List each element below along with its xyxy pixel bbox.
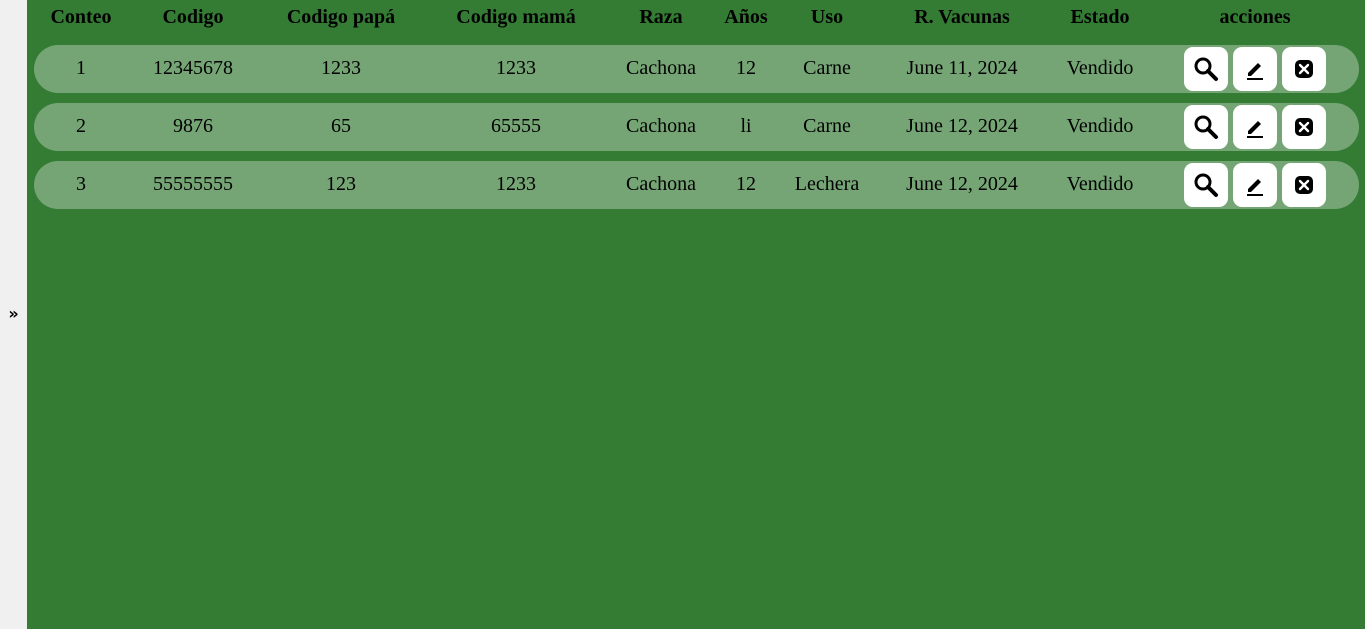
table-row: 3 55555555 123 1233 Cachona 12 Lechera J…: [34, 161, 1359, 209]
cell-vacunas: June 12, 2024: [906, 115, 1018, 137]
main-content: Conteo Codigo Codigo papá Codigo mamá Ra…: [27, 0, 1365, 629]
cell-vacunas: June 11, 2024: [906, 57, 1018, 79]
cell-codigo-papa: 65: [331, 115, 351, 137]
cell-codigo: 9876: [173, 115, 213, 137]
table-row: 1 12345678 1233 1233 Cachona 12 Carne Ju…: [34, 45, 1359, 93]
edit-icon: [1247, 179, 1263, 196]
header-raza: Raza: [639, 6, 683, 28]
cell-anos: li: [740, 115, 752, 137]
cell-codigo: 55555555: [153, 173, 233, 195]
delete-button[interactable]: [1282, 105, 1326, 149]
cell-anos: 12: [736, 57, 756, 79]
edit-icon: [1247, 63, 1263, 80]
edit-button[interactable]: [1233, 47, 1277, 91]
search-icon: [1194, 57, 1218, 81]
header-conteo: Conteo: [50, 6, 112, 28]
cell-codigo-mama: 1233: [496, 173, 536, 195]
header-uso: Uso: [810, 6, 844, 28]
header-codigo-papa: Codigo papá: [286, 6, 396, 28]
view-button[interactable]: [1184, 47, 1228, 91]
table-header: Conteo Codigo Codigo papá Codigo mamá Ra…: [27, 0, 1365, 40]
header-codigo: Codigo: [162, 6, 224, 28]
sidebar-expand-icon[interactable]: »: [0, 300, 27, 326]
view-button[interactable]: [1184, 105, 1228, 149]
delete-icon: [1295, 176, 1313, 194]
cell-estado: Vendido: [1066, 173, 1134, 195]
header-anos: Años: [724, 6, 768, 28]
cell-codigo-mama: 65555: [491, 115, 541, 137]
cell-conteo: 1: [76, 57, 86, 79]
cell-conteo: 3: [76, 173, 86, 195]
cell-uso: Lechera: [794, 173, 860, 195]
cell-estado: Vendido: [1066, 57, 1134, 79]
header-estado: Estado: [1070, 6, 1130, 28]
edit-icon: [1247, 121, 1263, 138]
search-icon: [1194, 115, 1218, 139]
cell-codigo-papa: 123: [326, 173, 356, 195]
cell-uso: Carne: [803, 57, 851, 79]
cell-codigo-papa: 1233: [321, 57, 361, 79]
header-vacunas: R. Vacunas: [914, 6, 1010, 28]
delete-icon: [1295, 60, 1313, 78]
delete-button[interactable]: [1282, 47, 1326, 91]
edit-button[interactable]: [1233, 163, 1277, 207]
cell-raza: Cachona: [626, 173, 696, 195]
cell-raza: Cachona: [626, 115, 696, 137]
delete-button[interactable]: [1282, 163, 1326, 207]
cell-codigo: 12345678: [153, 57, 233, 79]
table-row: 2 9876 65 65555 Cachona li Carne June 12…: [34, 103, 1359, 151]
cell-anos: 12: [736, 173, 756, 195]
cell-vacunas: June 12, 2024: [906, 173, 1018, 195]
search-icon: [1194, 173, 1218, 197]
cell-conteo: 2: [76, 115, 86, 137]
cell-uso: Carne: [803, 115, 851, 137]
header-codigo-mama: Codigo mamá: [456, 6, 576, 28]
cell-codigo-mama: 1233: [496, 57, 536, 79]
cell-estado: Vendido: [1066, 115, 1134, 137]
header-acciones: acciones: [1219, 6, 1291, 28]
edit-button[interactable]: [1233, 105, 1277, 149]
cell-raza: Cachona: [626, 57, 696, 79]
view-button[interactable]: [1184, 163, 1228, 207]
sidebar: »: [0, 0, 27, 629]
delete-icon: [1295, 118, 1313, 136]
